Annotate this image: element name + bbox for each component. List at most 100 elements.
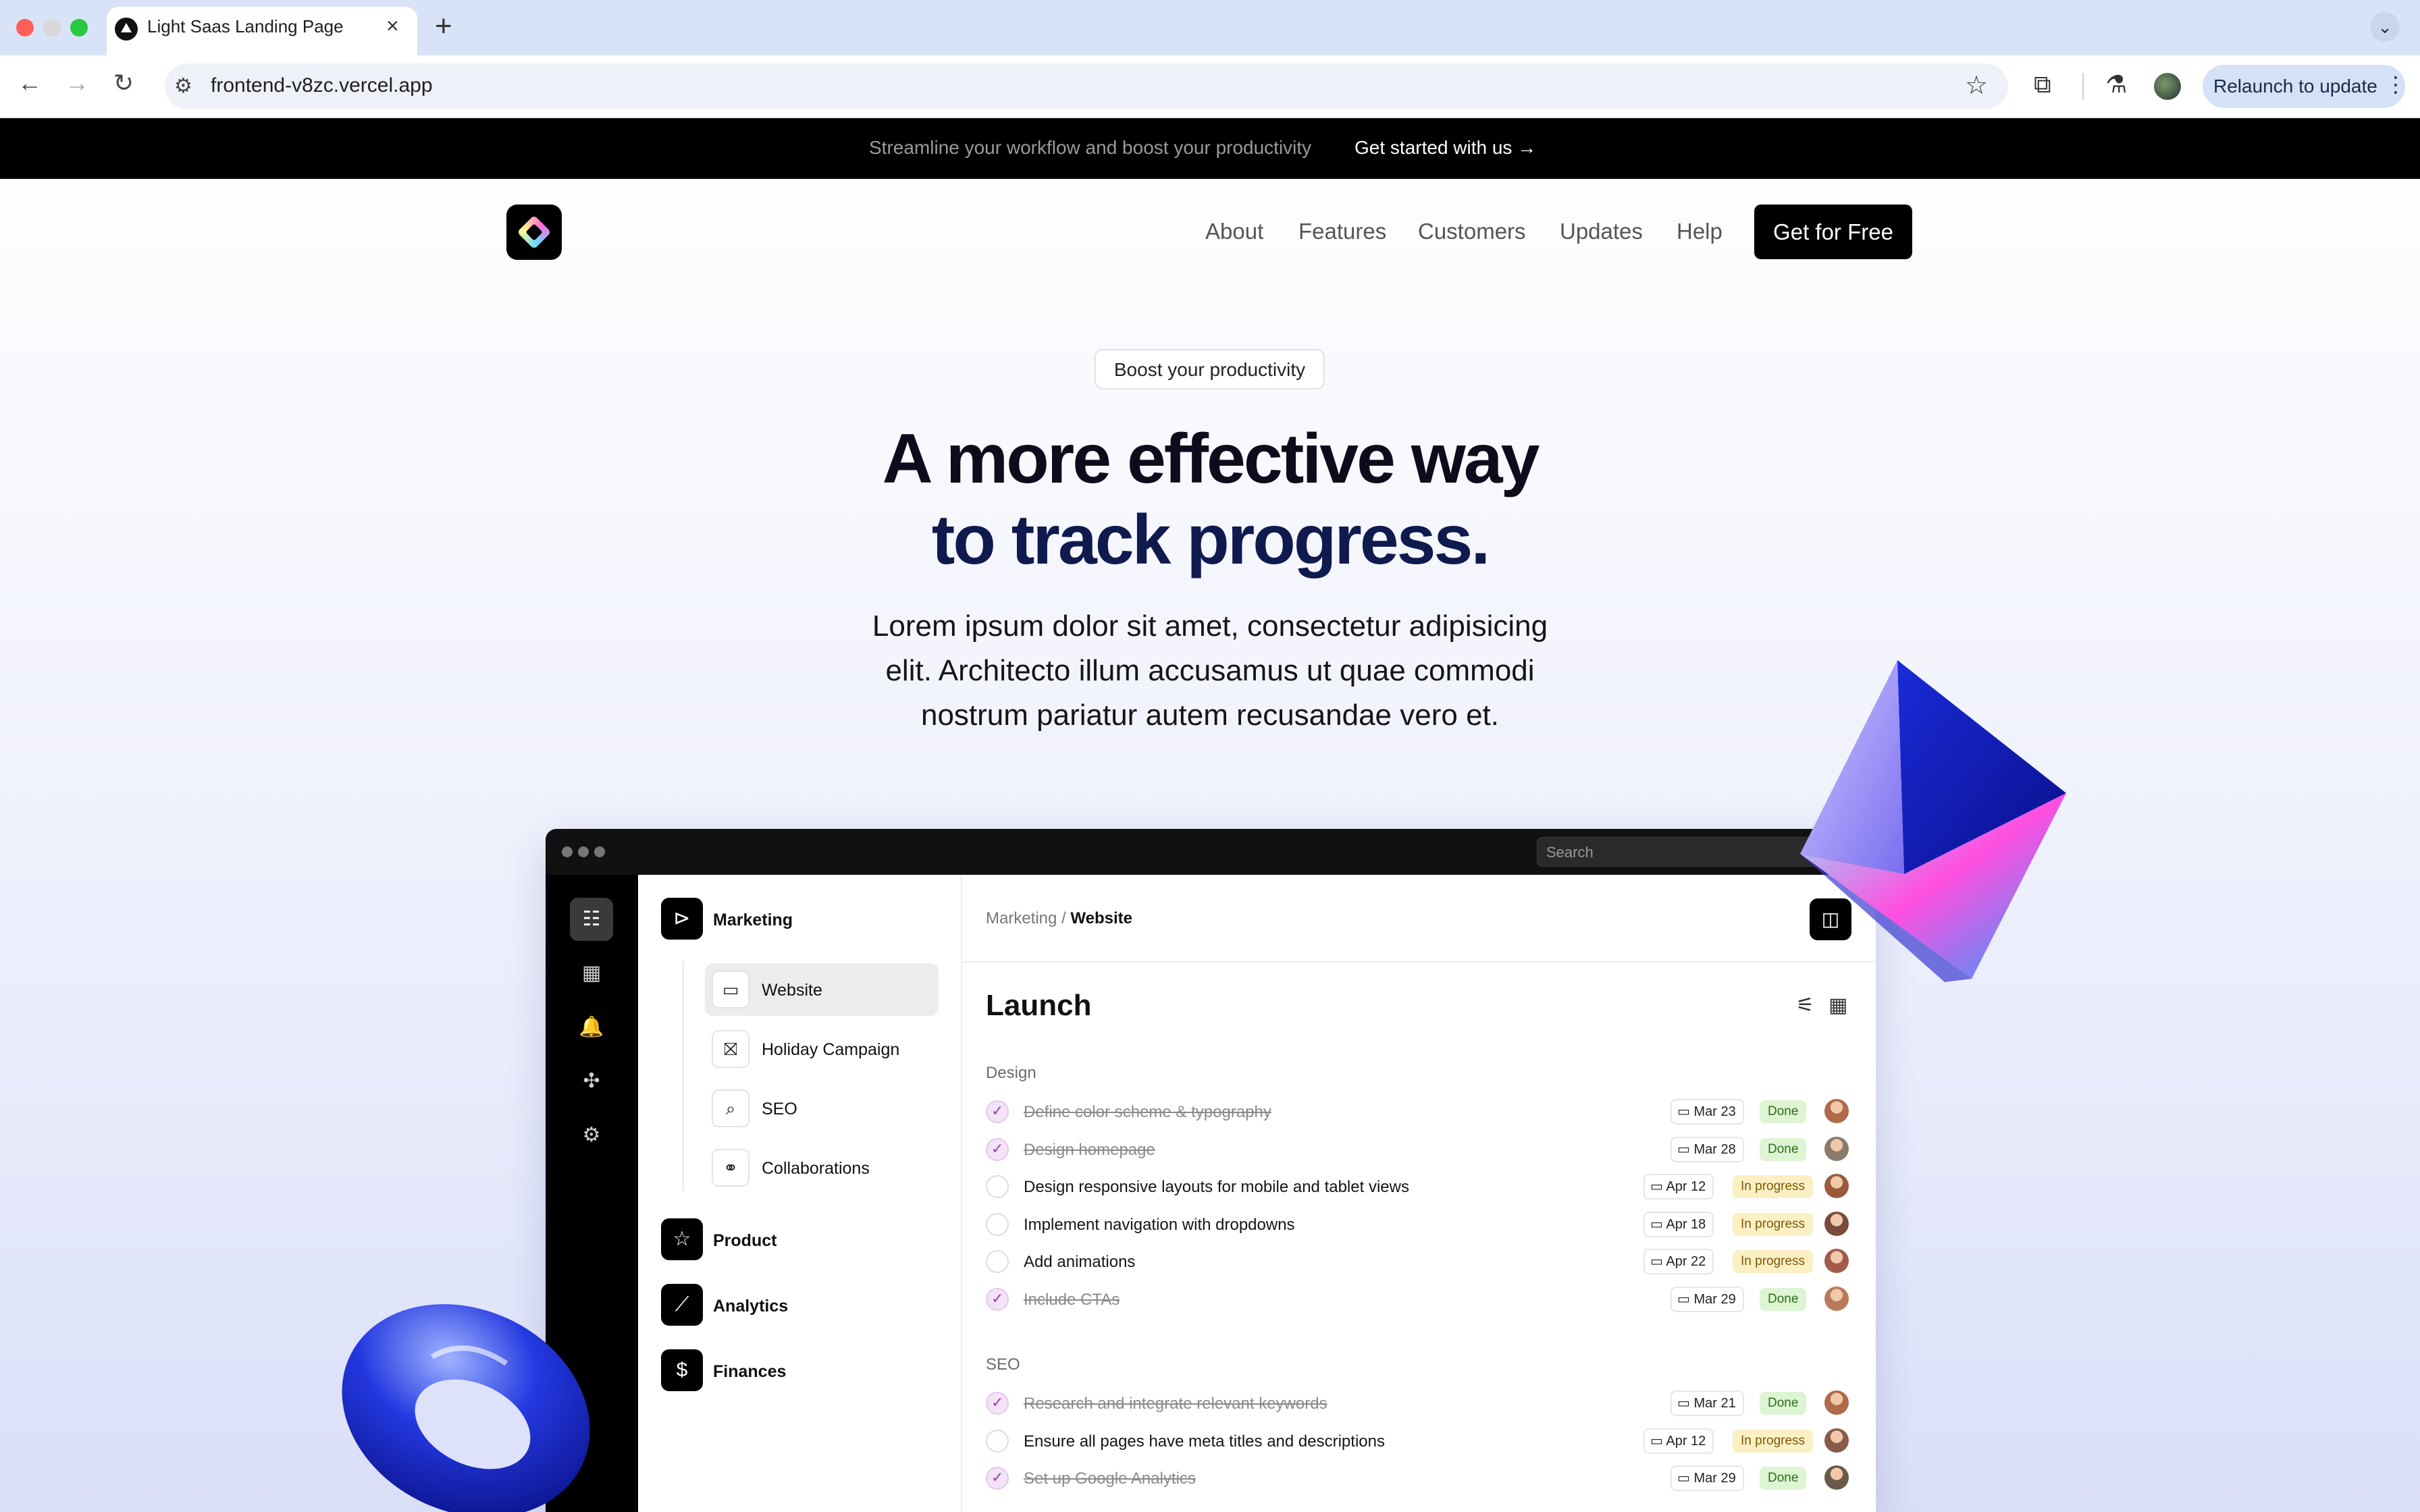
due-date-chip[interactable]: ▭ Apr 12 (1643, 1174, 1714, 1199)
browser-menu-icon[interactable]: ⋮ (2385, 72, 2406, 97)
tab-search-button[interactable]: ⌄ (2370, 12, 2400, 42)
status-badge[interactable]: Done (1760, 1137, 1807, 1161)
nav-link-updates[interactable]: Updates (1560, 219, 1643, 244)
task-row[interactable]: Implement navigation with dropdowns ▭ Apr… (986, 1206, 1851, 1243)
hero-title: A more effective way to track progress. (675, 418, 1745, 580)
due-date-chip[interactable]: ▭ Mar 29 (1671, 1465, 1744, 1491)
due-date-chip[interactable]: ▭ Mar 21 (1671, 1390, 1744, 1416)
back-icon[interactable]: ← (18, 69, 42, 97)
status-badge[interactable]: In progress (1733, 1429, 1814, 1453)
task-checkbox[interactable] (986, 1287, 1009, 1311)
task-row[interactable]: Design homepage ▭ Mar 28 Done (986, 1131, 1851, 1168)
assignee-avatar[interactable] (1824, 1465, 1849, 1490)
due-date-chip[interactable]: ▭ Apr 22 (1643, 1249, 1714, 1274)
task-checkbox[interactable] (986, 1175, 1009, 1198)
chart-line-icon[interactable]: ⟋ (661, 1284, 703, 1326)
task-checkbox[interactable] (986, 1100, 1009, 1123)
marketing-icon[interactable]: ⊳ (661, 898, 703, 940)
forward-icon[interactable]: → (65, 69, 89, 97)
status-badge[interactable]: In progress (1733, 1175, 1814, 1198)
due-date-chip[interactable]: ▭ Mar 23 (1671, 1099, 1744, 1125)
url-text[interactable]: frontend-v8zc.vercel.app (211, 74, 433, 97)
filter-sliders-icon[interactable]: ⚟ (1796, 994, 1814, 1017)
due-date-chip[interactable]: ▭ Apr 12 (1643, 1428, 1714, 1454)
task-row[interactable]: Set up Google Analytics ▭ Mar 29 Done (986, 1460, 1851, 1497)
due-date-chip[interactable]: ▭ Apr 18 (1643, 1211, 1714, 1237)
task-row[interactable]: Include CTAs ▭ Mar 29 Done (986, 1281, 1851, 1318)
sidebar-item-analytics[interactable]: Analytics (713, 1297, 788, 1316)
close-window-button[interactable] (16, 19, 34, 36)
due-date-chip[interactable]: ▭ Mar 28 (1671, 1136, 1744, 1162)
task-name[interactable]: Research and integrate relevant keywords (1024, 1395, 1327, 1413)
app-search-placeholder: Search (1546, 844, 1594, 861)
task-checkbox[interactable] (986, 1467, 1009, 1490)
task-name[interactable]: Design responsive layouts for mobile and… (1024, 1178, 1409, 1197)
task-checkbox[interactable] (986, 1137, 1009, 1161)
due-date: Mar 21 (1693, 1396, 1736, 1411)
assignee-avatar[interactable] (1824, 1099, 1849, 1123)
task-name[interactable]: Define color scheme & typography (1024, 1103, 1271, 1122)
bookmark-star-icon[interactable]: ☆ (1965, 70, 1988, 101)
assignee-avatar[interactable] (1824, 1136, 1849, 1161)
bell-icon[interactable]: 🔔 (570, 1006, 613, 1049)
task-checkbox[interactable] (986, 1212, 1009, 1236)
reload-icon[interactable]: ↻ (113, 69, 134, 97)
sidebar-item-product[interactable]: Product (713, 1231, 777, 1251)
task-name[interactable]: Set up Google Analytics (1024, 1469, 1196, 1488)
dollar-icon[interactable]: $ (661, 1349, 703, 1391)
task-name[interactable]: Include CTAs (1024, 1291, 1120, 1310)
task-row[interactable]: Define color scheme & typography ▭ Mar 23… (986, 1094, 1851, 1131)
nav-link-help[interactable]: Help (1677, 219, 1722, 244)
puzzle-icon[interactable]: ✣ (570, 1060, 613, 1103)
labs-icon[interactable]: ⚗ (2105, 70, 2127, 99)
task-checkbox[interactable] (986, 1429, 1009, 1453)
status-badge[interactable]: In progress (1733, 1212, 1814, 1236)
new-tab-button[interactable]: + (435, 9, 452, 43)
checklist-icon[interactable]: ☷ (570, 898, 613, 941)
task-name[interactable]: Add animations (1024, 1253, 1135, 1272)
task-row[interactable]: Ensure all pages have meta titles and de… (986, 1423, 1851, 1460)
nav-link-features[interactable]: Features (1298, 219, 1386, 244)
address-bar[interactable] (165, 63, 2008, 109)
assignee-avatar[interactable] (1824, 1174, 1849, 1198)
task-name[interactable]: Design homepage (1024, 1141, 1155, 1160)
status-badge[interactable]: Done (1760, 1287, 1807, 1311)
due-date-chip[interactable]: ▭ Mar 29 (1671, 1286, 1744, 1312)
calendar-icon[interactable]: ▦ (570, 952, 613, 995)
tab-close-icon[interactable]: × (386, 14, 399, 38)
task-row[interactable]: Design responsive layouts for mobile and… (986, 1168, 1851, 1206)
calendar-icon: ▭ (1650, 1216, 1666, 1232)
task-checkbox[interactable] (986, 1250, 1009, 1273)
minimize-window-button[interactable] (43, 19, 61, 36)
breadcrumb-parent[interactable]: Marketing / (986, 909, 1066, 927)
status-badge[interactable]: Done (1760, 1392, 1807, 1415)
task-name[interactable]: Implement navigation with dropdowns (1024, 1216, 1295, 1235)
site-settings-icon[interactable]: ⚙ (174, 74, 192, 98)
announcement-link[interactable]: Get started with us → (1354, 137, 1536, 159)
hero-title-line1: A more effective way (882, 420, 1540, 498)
task-name[interactable]: Ensure all pages have meta titles and de… (1024, 1432, 1385, 1451)
task-row[interactable]: Research and integrate relevant keywords… (986, 1385, 1851, 1422)
sidebar-item-marketing[interactable]: Marketing (713, 911, 793, 930)
status-badge[interactable]: Done (1760, 1100, 1807, 1123)
calendar-icon: ▭ (1650, 1179, 1666, 1194)
task-checkbox[interactable] (986, 1392, 1009, 1415)
grid-view-icon[interactable]: ▦ (1829, 994, 1847, 1017)
extensions-icon[interactable]: ⧉ (2034, 70, 2051, 99)
star-icon[interactable]: ☆ (661, 1218, 703, 1260)
assignee-avatar[interactable] (1824, 1249, 1849, 1273)
status-badge[interactable]: Done (1760, 1467, 1807, 1490)
nav-link-customers[interactable]: Customers (1418, 219, 1526, 244)
assignee-avatar[interactable] (1824, 1428, 1849, 1453)
profile-avatar[interactable] (2154, 73, 2181, 100)
assignee-avatar[interactable] (1824, 1390, 1849, 1415)
task-row[interactable]: Add animations ▭ Apr 22 In progress (986, 1243, 1851, 1280)
assignee-avatar[interactable] (1824, 1211, 1849, 1236)
calendar-icon: ▭ (1677, 1104, 1694, 1119)
status-badge[interactable]: In progress (1733, 1250, 1814, 1273)
assignee-avatar[interactable] (1824, 1286, 1849, 1311)
sidebar-item-finances[interactable]: Finances (713, 1362, 786, 1382)
gear-icon[interactable]: ⚙ (570, 1114, 613, 1157)
nav-link-about[interactable]: About (1205, 219, 1263, 244)
maximize-window-button[interactable] (70, 19, 88, 36)
